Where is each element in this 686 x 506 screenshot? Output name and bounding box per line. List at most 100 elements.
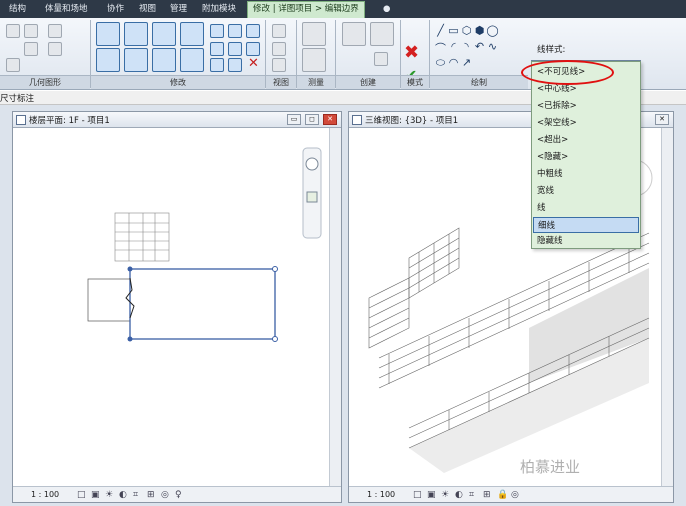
linework-icon[interactable] bbox=[272, 58, 286, 72]
draw-inscribed-polygon-icon[interactable]: ⬡ bbox=[460, 24, 473, 37]
unpin-icon[interactable] bbox=[246, 42, 260, 56]
visual-style-icon[interactable]: ▣ bbox=[91, 490, 100, 500]
panel-label-mode: 模式 bbox=[401, 75, 429, 89]
sketch-boundary[interactable] bbox=[129, 268, 276, 340]
3d-view-scale[interactable]: 1 : 100 bbox=[367, 490, 395, 499]
offset-icon[interactable] bbox=[124, 22, 148, 46]
shadows-icon[interactable]: ◐ bbox=[119, 490, 127, 500]
show-crop-icon[interactable]: ⊞ bbox=[147, 490, 155, 500]
crop-view-icon[interactable]: ⌗ bbox=[133, 490, 138, 500]
detail-level-icon[interactable]: □ bbox=[413, 490, 422, 500]
plan-canvas[interactable] bbox=[13, 128, 329, 486]
copy-icon[interactable] bbox=[124, 48, 148, 72]
steering-wheel-icon[interactable] bbox=[305, 157, 319, 171]
temp-hide-icon[interactable]: ◎ bbox=[161, 490, 169, 500]
split-gap-icon[interactable] bbox=[228, 24, 242, 38]
reveal-hidden-icon[interactable]: ♀ bbox=[175, 490, 182, 500]
pick-lines-icon[interactable]: ↗ bbox=[460, 56, 473, 69]
boundary-vertex[interactable] bbox=[127, 336, 133, 342]
pin-icon[interactable] bbox=[246, 24, 260, 38]
plan-view-window[interactable]: 楼层平面: 1F - 项目1 ▭ ◻ ✕ 1: 100 □ ▣ ☀ ◐ ⌗ ⊞… bbox=[12, 111, 342, 503]
line-style-option-hidden-lines[interactable]: 隐藏线 bbox=[533, 233, 639, 249]
scale-icon[interactable] bbox=[228, 42, 242, 56]
trim-single-icon[interactable] bbox=[210, 58, 224, 72]
mirror-axis-icon[interactable] bbox=[152, 22, 176, 46]
draw-arc-tangent-icon[interactable]: ◝ bbox=[460, 40, 473, 53]
crop-view-icon[interactable]: ⊞ bbox=[483, 490, 491, 500]
line-style-option-medium[interactable]: 中粗线 bbox=[533, 166, 639, 182]
move-icon[interactable] bbox=[96, 48, 120, 72]
line-style-option-demolished[interactable]: <已拆除> bbox=[533, 98, 639, 114]
override-graphics-icon[interactable] bbox=[272, 42, 286, 56]
draw-line-icon[interactable]: ╱ bbox=[434, 24, 447, 37]
plan-view-scale[interactable]: 1 : 100 bbox=[31, 490, 59, 499]
geometry-paint-icon[interactable] bbox=[24, 42, 38, 56]
rotate-icon[interactable] bbox=[152, 48, 176, 72]
draw-spline-icon[interactable]: ∿ bbox=[486, 40, 499, 53]
maximize-icon[interactable]: ◻ bbox=[305, 114, 319, 125]
line-style-option-overhead[interactable]: <架空线> bbox=[533, 115, 639, 131]
line-style-option-wide[interactable]: 宽线 bbox=[533, 183, 639, 199]
create-parts-icon[interactable] bbox=[374, 52, 388, 66]
draw-circumscribed-polygon-icon[interactable]: ⬢ bbox=[473, 24, 486, 37]
draw-arc-start-end-icon[interactable]: ⌒ bbox=[434, 40, 447, 56]
sun-path-icon[interactable]: ☀ bbox=[105, 490, 113, 500]
close-icon[interactable]: ✕ bbox=[323, 114, 337, 125]
visual-style-icon[interactable]: ▣ bbox=[427, 490, 436, 500]
draw-rectangle-icon[interactable]: ▭ bbox=[447, 24, 460, 37]
sun-path-icon[interactable]: ☀ bbox=[441, 490, 449, 500]
geometry-cut-icon[interactable] bbox=[6, 24, 20, 38]
trim-extend-icon[interactable] bbox=[180, 48, 204, 72]
hide-element-icon[interactable] bbox=[272, 24, 286, 38]
tab-view[interactable]: 视图 bbox=[134, 2, 161, 17]
geometry-wall-joins-icon[interactable] bbox=[48, 24, 62, 38]
render-icon[interactable]: ⌗ bbox=[469, 490, 474, 500]
create-group-icon[interactable] bbox=[342, 22, 366, 46]
tab-collaborate[interactable]: 协作 bbox=[102, 2, 129, 17]
geometry-join-icon[interactable] bbox=[24, 24, 38, 38]
boundary-vertex[interactable] bbox=[127, 266, 133, 272]
split-element-icon[interactable] bbox=[210, 24, 224, 38]
line-style-option-lines[interactable]: 线 bbox=[533, 200, 639, 216]
cancel-edit-icon[interactable]: ✖ bbox=[404, 42, 419, 63]
close-icon[interactable]: ✕ bbox=[655, 114, 669, 125]
draw-fillet-arc-icon[interactable]: ↶ bbox=[473, 40, 486, 53]
plan-view-titlebar[interactable]: 楼层平面: 1F - 项目1 ▭ ◻ ✕ bbox=[13, 112, 341, 128]
detail-level-icon[interactable]: □ bbox=[77, 490, 86, 500]
trim-multiple-icon[interactable] bbox=[228, 58, 242, 72]
tab-modify-edit-boundary[interactable]: 修改 | 详图项目 > 编辑边界 bbox=[247, 1, 365, 18]
lock-view-icon[interactable]: 🔒 bbox=[497, 490, 508, 500]
dimension-icon[interactable] bbox=[302, 48, 326, 72]
create-similar-icon[interactable] bbox=[370, 22, 394, 46]
plan-view-scrollbar[interactable] bbox=[329, 128, 341, 486]
minimize-icon[interactable]: ▭ bbox=[287, 114, 301, 125]
temp-hide-icon[interactable]: ◎ bbox=[511, 490, 519, 500]
tab-manage[interactable]: 管理 bbox=[165, 2, 192, 17]
draw-circle-icon[interactable]: ◯ bbox=[486, 24, 499, 37]
tab-massing-site[interactable]: 体量和场地 bbox=[40, 2, 93, 17]
line-style-dropdown[interactable]: <不可见线> <中心线> <已拆除> <架空线> <超出> <隐藏> 中粗线 宽… bbox=[531, 61, 641, 249]
line-style-option-hidden[interactable]: <隐藏> bbox=[533, 149, 639, 165]
geometry-demolish-icon[interactable] bbox=[6, 58, 20, 72]
tab-structure[interactable]: 结构 bbox=[4, 2, 31, 17]
draw-arc-center-icon[interactable]: ◜ bbox=[447, 40, 460, 53]
draw-ellipse-icon[interactable]: ⬭ bbox=[434, 56, 447, 70]
dimension-tab-label[interactable]: 尺寸标注 bbox=[0, 92, 34, 104]
3d-view-scrollbar[interactable] bbox=[661, 128, 673, 486]
boundary-vertex[interactable] bbox=[272, 266, 278, 272]
draw-partial-ellipse-icon[interactable]: ◠ bbox=[447, 56, 460, 69]
delete-icon[interactable]: ✕ bbox=[248, 56, 259, 71]
tab-addins[interactable]: 附加模块 bbox=[197, 2, 241, 17]
align-icon[interactable] bbox=[96, 22, 120, 46]
geometry-split-face-icon[interactable] bbox=[48, 42, 62, 56]
line-style-option-beyond[interactable]: <超出> bbox=[533, 132, 639, 148]
array-icon[interactable] bbox=[210, 42, 224, 56]
zoom-icon[interactable] bbox=[306, 191, 318, 203]
tab-extra-icon[interactable]: ● bbox=[378, 2, 395, 17]
boundary-vertex[interactable] bbox=[272, 336, 278, 342]
line-style-option-thin[interactable]: 细线 bbox=[533, 217, 639, 233]
panel-label-view: 视图 bbox=[266, 75, 296, 89]
measure-icon[interactable] bbox=[302, 22, 326, 46]
shadows-icon[interactable]: ◐ bbox=[455, 490, 463, 500]
mirror-draw-axis-icon[interactable] bbox=[180, 22, 204, 46]
